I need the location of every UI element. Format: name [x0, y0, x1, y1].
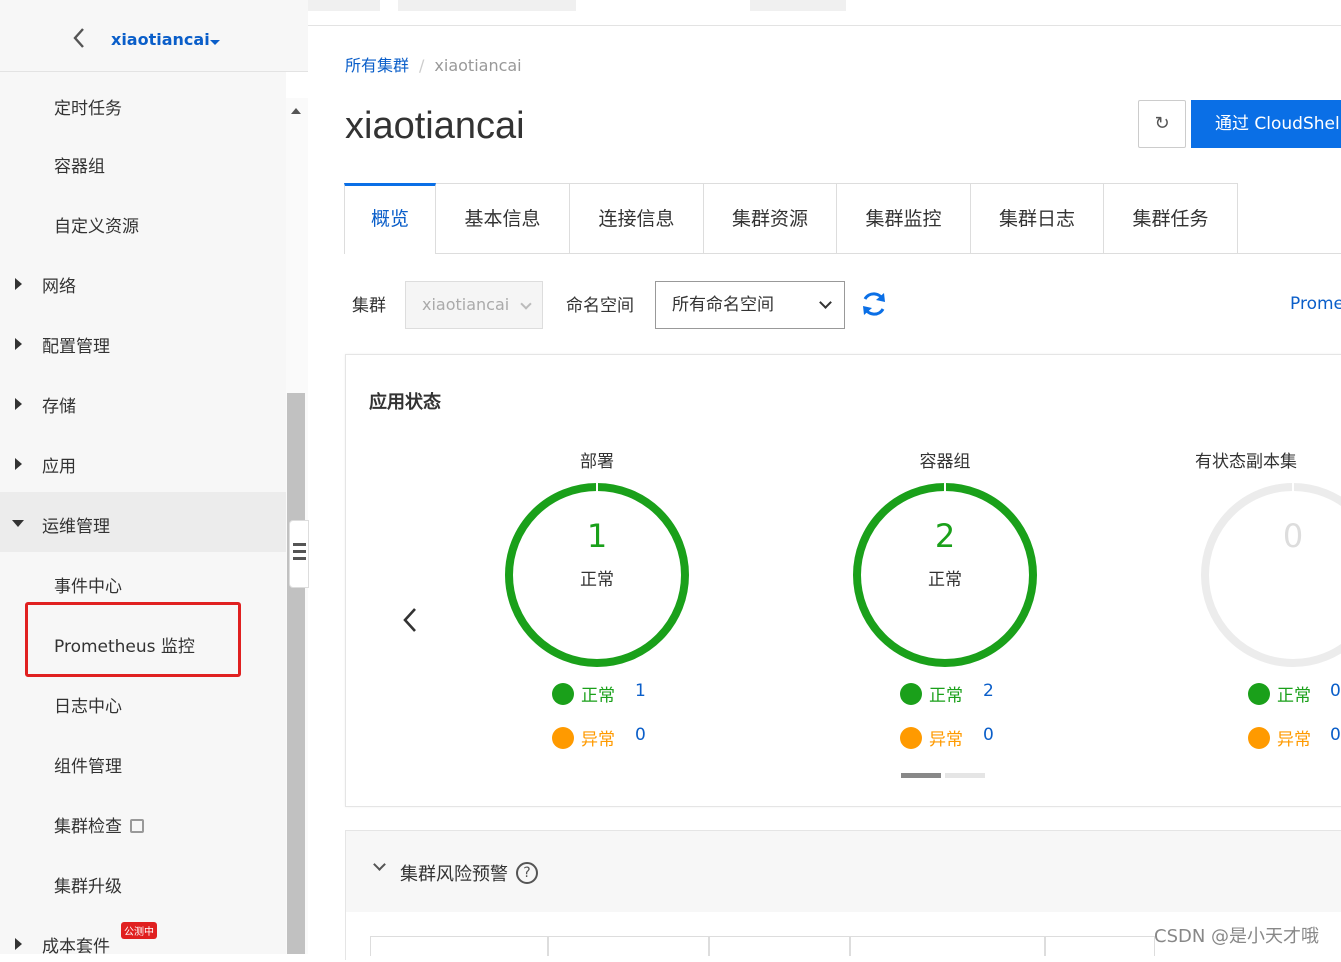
sidebar-item-cronjob[interactable]: 定时任务	[0, 74, 286, 134]
expand-icon	[15, 278, 22, 290]
tab-resources[interactable]: 集群资源	[704, 183, 837, 254]
watermark: CSDN @是小天才哦	[1154, 926, 1320, 947]
legend-normal-label: 正常	[929, 686, 963, 706]
tab-monitoring[interactable]: 集群监控	[837, 183, 971, 254]
expand-icon	[15, 938, 22, 950]
tab-logs[interactable]: 集群日志	[971, 183, 1104, 254]
tabs-divider	[1237, 253, 1341, 254]
cluster-select: xiaotiancai	[405, 281, 543, 329]
sidebar-item-ops[interactable]: 运维管理	[0, 492, 286, 552]
legend-normal-value[interactable]: 1	[635, 681, 646, 701]
back-icon[interactable]	[70, 26, 88, 50]
sidebar-item-addons[interactable]: 组件管理	[0, 732, 286, 792]
sidebar-item-network[interactable]: 网络	[0, 252, 286, 312]
legend-abnormal-value[interactable]: 0	[1330, 725, 1341, 745]
sync-icon[interactable]	[860, 290, 888, 318]
pods-status: 正常	[928, 570, 962, 590]
legend-normal-value[interactable]: 2	[983, 681, 994, 701]
tab-basic-info[interactable]: 基本信息	[436, 183, 570, 254]
ok-dot-icon	[900, 683, 922, 705]
statefulset-title: 有状态副本集	[1195, 452, 1297, 472]
chevron-left-icon[interactable]	[398, 605, 424, 635]
cluster-filter-label: 集群	[352, 296, 386, 316]
top-nav-item[interactable]	[398, 0, 576, 11]
expand-icon	[15, 458, 22, 470]
cluster-switcher[interactable]: xiaotiancai	[0, 0, 308, 72]
external-link-icon	[130, 819, 144, 833]
highlight-box	[25, 602, 241, 677]
sidebar: 定时任务 容器组 自定义资源 网络 配置管理 存储 应用 运维管理 事件中心 P…	[0, 26, 286, 954]
pager-dot[interactable]	[945, 773, 985, 778]
sidebar-collapse-button[interactable]	[289, 520, 309, 588]
warn-dot-icon	[1248, 727, 1270, 749]
refresh-button[interactable]: ↻	[1138, 100, 1186, 148]
tab-tasks[interactable]: 集群任务	[1104, 183, 1238, 254]
sidebar-item-logs[interactable]: 日志中心	[0, 672, 286, 732]
cloudshell-button[interactable]: 通过 CloudShell	[1191, 100, 1341, 148]
legend-normal-value[interactable]: 0	[1330, 681, 1341, 701]
pods-title: 容器组	[919, 452, 971, 472]
risk-tab[interactable]	[1045, 936, 1155, 956]
ok-dot-icon	[1248, 683, 1270, 705]
risk-title[interactable]: 集群风险预警	[400, 860, 508, 886]
sidebar-item-config[interactable]: 配置管理	[0, 312, 286, 372]
page-title: xiaotiancai	[345, 105, 525, 147]
scrollbar-thumb[interactable]	[287, 393, 305, 954]
namespace-filter-label: 命名空间	[566, 296, 634, 316]
risk-tab[interactable]	[850, 936, 1045, 956]
tab-overview[interactable]: 概览	[344, 183, 436, 254]
breadcrumb-root[interactable]: 所有集群	[345, 56, 409, 75]
risk-tab[interactable]	[709, 936, 850, 956]
caret-down-icon[interactable]	[210, 40, 220, 45]
legend-abnormal-label: 异常	[929, 730, 963, 750]
legend-normal-label: 正常	[1277, 686, 1311, 706]
prometheus-link[interactable]: Prome	[1290, 294, 1341, 314]
cluster-name[interactable]: xiaotiancai	[111, 30, 210, 49]
menu-fold-icon	[293, 543, 306, 565]
chevron-down-icon	[520, 298, 532, 310]
expand-icon	[15, 338, 22, 350]
breadcrumb: 所有集群 / xiaotiancai	[345, 56, 522, 75]
app-status-title: 应用状态	[369, 392, 441, 413]
warn-dot-icon	[900, 727, 922, 749]
risk-tab[interactable]	[548, 936, 709, 956]
tab-connection[interactable]: 连接信息	[570, 183, 704, 254]
warn-dot-icon	[552, 727, 574, 749]
sidebar-item-custom-resources[interactable]: 自定义资源	[0, 192, 286, 252]
statefulset-count: 0	[1282, 517, 1304, 555]
sidebar-item-cluster-upgrade[interactable]: 集群升级	[0, 852, 286, 912]
sidebar-item-storage[interactable]: 存储	[0, 372, 286, 432]
pods-count: 2	[934, 517, 956, 555]
risk-tab[interactable]	[370, 936, 548, 956]
deployment-title: 部署	[580, 452, 614, 472]
sidebar-item-apps[interactable]: 应用	[0, 432, 286, 492]
pager-dot-active[interactable]	[901, 773, 941, 778]
beta-badge: 公测中	[121, 922, 157, 939]
top-nav-item[interactable]	[750, 0, 846, 11]
statefulset-donut	[1201, 483, 1341, 667]
scroll-up-icon[interactable]	[291, 108, 301, 114]
legend-abnormal-label: 异常	[581, 730, 615, 750]
help-icon[interactable]: ?	[516, 862, 538, 884]
breadcrumb-current: xiaotiancai	[434, 56, 522, 75]
expand-icon	[15, 398, 22, 410]
legend-normal-label: 正常	[581, 686, 615, 706]
sidebar-item-pods[interactable]: 容器组	[0, 132, 286, 192]
collapse-icon	[12, 520, 24, 527]
deployment-status: 正常	[580, 570, 614, 590]
legend-abnormal-value[interactable]: 0	[635, 725, 646, 745]
statefulset-clip: 有状态副本集 0 正常 0 异常 0	[1180, 440, 1341, 770]
chevron-down-icon	[819, 296, 832, 309]
namespace-select[interactable]: 所有命名空间	[655, 281, 845, 329]
sidebar-item-cluster-check[interactable]: 集群检查	[0, 792, 286, 852]
deployment-count: 1	[586, 517, 608, 555]
ok-dot-icon	[552, 683, 574, 705]
legend-abnormal-value[interactable]: 0	[983, 725, 994, 745]
legend-abnormal-label: 异常	[1277, 730, 1311, 750]
